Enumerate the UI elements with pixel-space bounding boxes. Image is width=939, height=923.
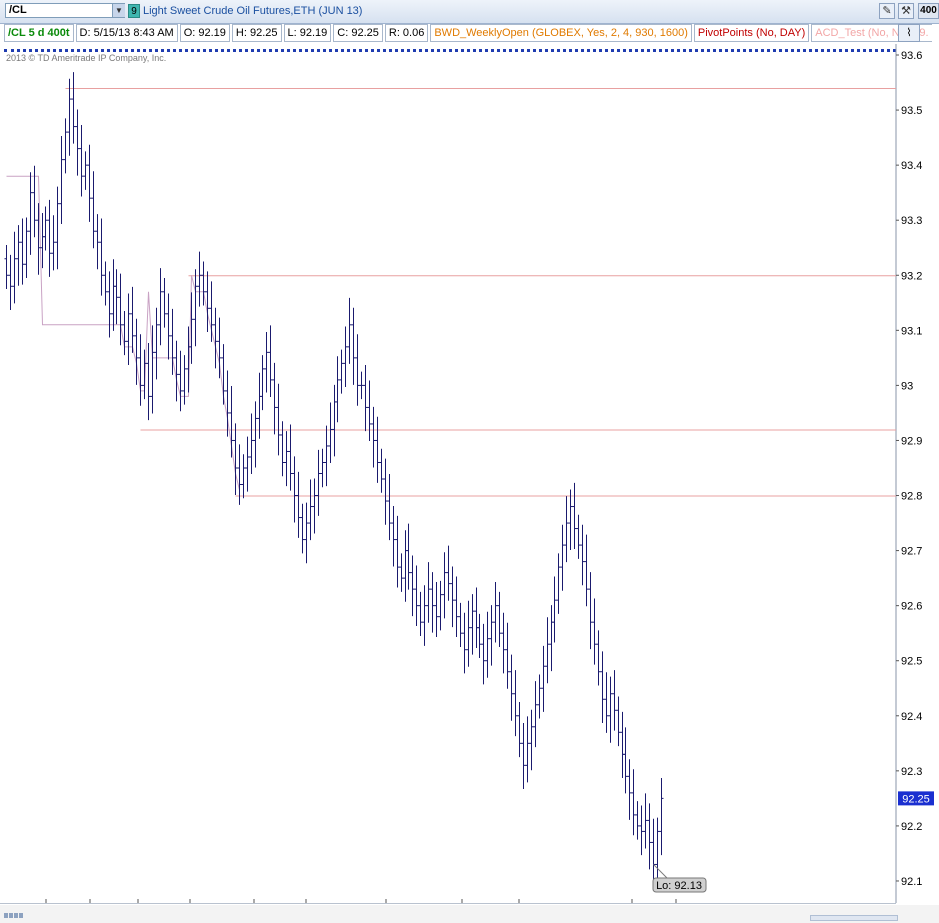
low-marker-leader bbox=[653, 864, 668, 879]
price-tick-label: 93.1 bbox=[901, 325, 922, 337]
price-tick-label: 93.5 bbox=[901, 105, 922, 117]
last-price-label: 92.25 bbox=[902, 793, 930, 805]
price-axis-ticks: 93.6 93.5 93.4 93.3 93.2 93.1 93 92.9 92.8 92.7 92… bbox=[896, 50, 922, 888]
price-tick-label: 93 bbox=[901, 380, 913, 392]
price-tick-label: 93.2 bbox=[901, 270, 922, 282]
price-tick-label: 92.6 bbox=[901, 601, 922, 613]
price-tick-label: 93.3 bbox=[901, 215, 922, 227]
price-chart[interactable]: 93.6 93.5 93.4 93.3 93.2 93.1 93 92.9 92.8 92.7 92… bbox=[0, 0, 939, 923]
scroll-handle-left[interactable] bbox=[4, 913, 24, 922]
price-tick-label: 93.4 bbox=[901, 160, 922, 172]
chart-bottom-bar bbox=[0, 905, 939, 923]
price-tick-label: 92.7 bbox=[901, 546, 922, 558]
price-tick-label: 93.6 bbox=[901, 50, 922, 62]
price-tick-label: 92.9 bbox=[901, 435, 922, 447]
weekly-open-line bbox=[6, 175, 240, 491]
low-price-label: Lo: 92.13 bbox=[656, 880, 702, 892]
price-labels: 92.25 Lo: 92.13 bbox=[652, 791, 934, 893]
price-tick-label: 92.8 bbox=[901, 491, 922, 503]
time-axis-border bbox=[0, 903, 896, 904]
time-scrollbar[interactable] bbox=[810, 915, 898, 921]
price-tick-label: 92.5 bbox=[901, 656, 922, 668]
price-bars bbox=[4, 72, 664, 885]
weekly-open-polyline bbox=[6, 175, 240, 491]
price-tick-label: 92.4 bbox=[901, 711, 922, 723]
price-tick-label: 92.2 bbox=[901, 821, 922, 833]
price-tick-label: 92.3 bbox=[901, 766, 922, 778]
pivot-levels bbox=[65, 88, 896, 497]
price-tick-label: 92.1 bbox=[901, 876, 922, 888]
